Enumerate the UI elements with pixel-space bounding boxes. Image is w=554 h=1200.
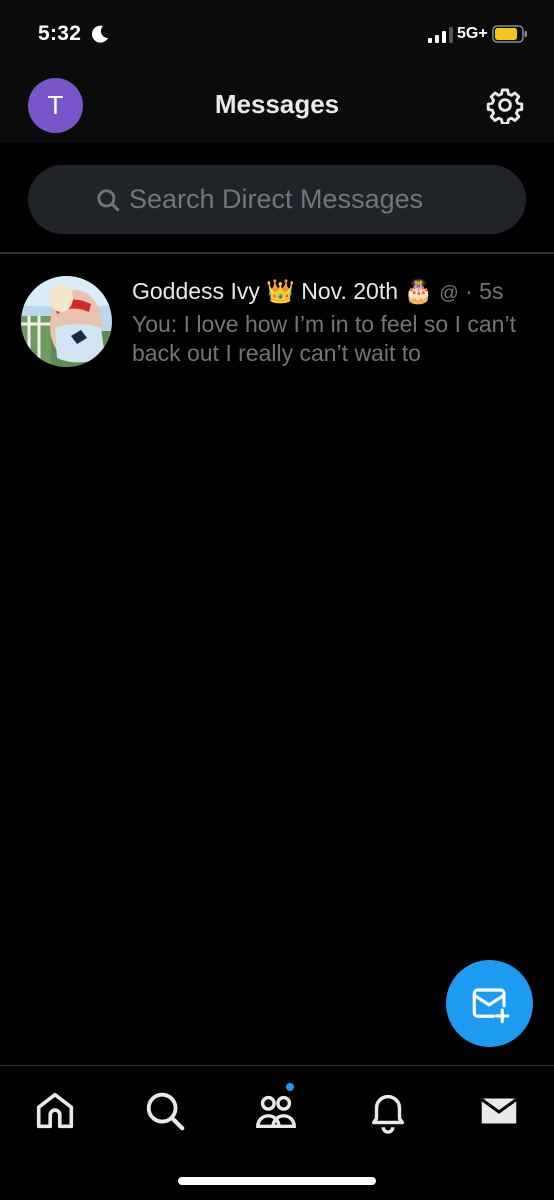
contact-name: Goddess Ivy [132, 278, 260, 304]
network-type: 5G+ [457, 25, 488, 42]
tab-messages[interactable] [476, 1088, 522, 1134]
search-icon [146, 1092, 185, 1131]
conversation-header: Goddess Ivy 👑 Nov. 20th 🎂 @ · 5s [132, 278, 542, 310]
messages-screen: 5:32 5G+ T Messages Search Direct Messag… [0, 0, 554, 1200]
message-preview: You: I love how I’m in to feel so I can’… [132, 311, 516, 366]
conversation-item[interactable]: Goddess Ivy 👑 Nov. 20th 🎂 @ · 5s You: I … [0, 258, 554, 378]
divider [0, 252, 554, 254]
home-indicator [178, 1177, 376, 1185]
new-message-icon [472, 987, 509, 1023]
status-time: 5:32 [38, 22, 82, 45]
communities-notification-dot [284, 1081, 296, 1093]
messages-icon [480, 1098, 518, 1124]
communities-icon [256, 1095, 296, 1129]
header: T Messages [0, 70, 554, 143]
new-message-button[interactable] [446, 960, 533, 1047]
status-bar: 5:32 5G+ [0, 0, 554, 70]
timestamp: 5s [479, 278, 504, 304]
contact-handle: @ [439, 283, 459, 304]
cellular-signal-icon [428, 27, 453, 43]
contact-avatar[interactable] [21, 276, 112, 367]
gear-icon[interactable] [486, 86, 524, 124]
separator: · [458, 278, 480, 304]
notifications-icon [371, 1094, 405, 1134]
search-input[interactable] [129, 184, 459, 215]
tab-home[interactable] [32, 1088, 78, 1134]
search-icon [97, 188, 120, 211]
page-title: Messages [214, 89, 340, 119]
home-icon [36, 1092, 74, 1129]
tab-search[interactable] [142, 1088, 188, 1134]
tab-notifications[interactable] [365, 1088, 411, 1134]
contact-name-suffix: 👑 Nov. 20th 🎂 [259, 278, 440, 304]
moon-icon [91, 25, 108, 43]
search-bar[interactable] [28, 165, 526, 234]
contact-avatar-image [21, 276, 112, 367]
battery-icon [492, 25, 527, 43]
tab-communities[interactable] [253, 1088, 299, 1134]
